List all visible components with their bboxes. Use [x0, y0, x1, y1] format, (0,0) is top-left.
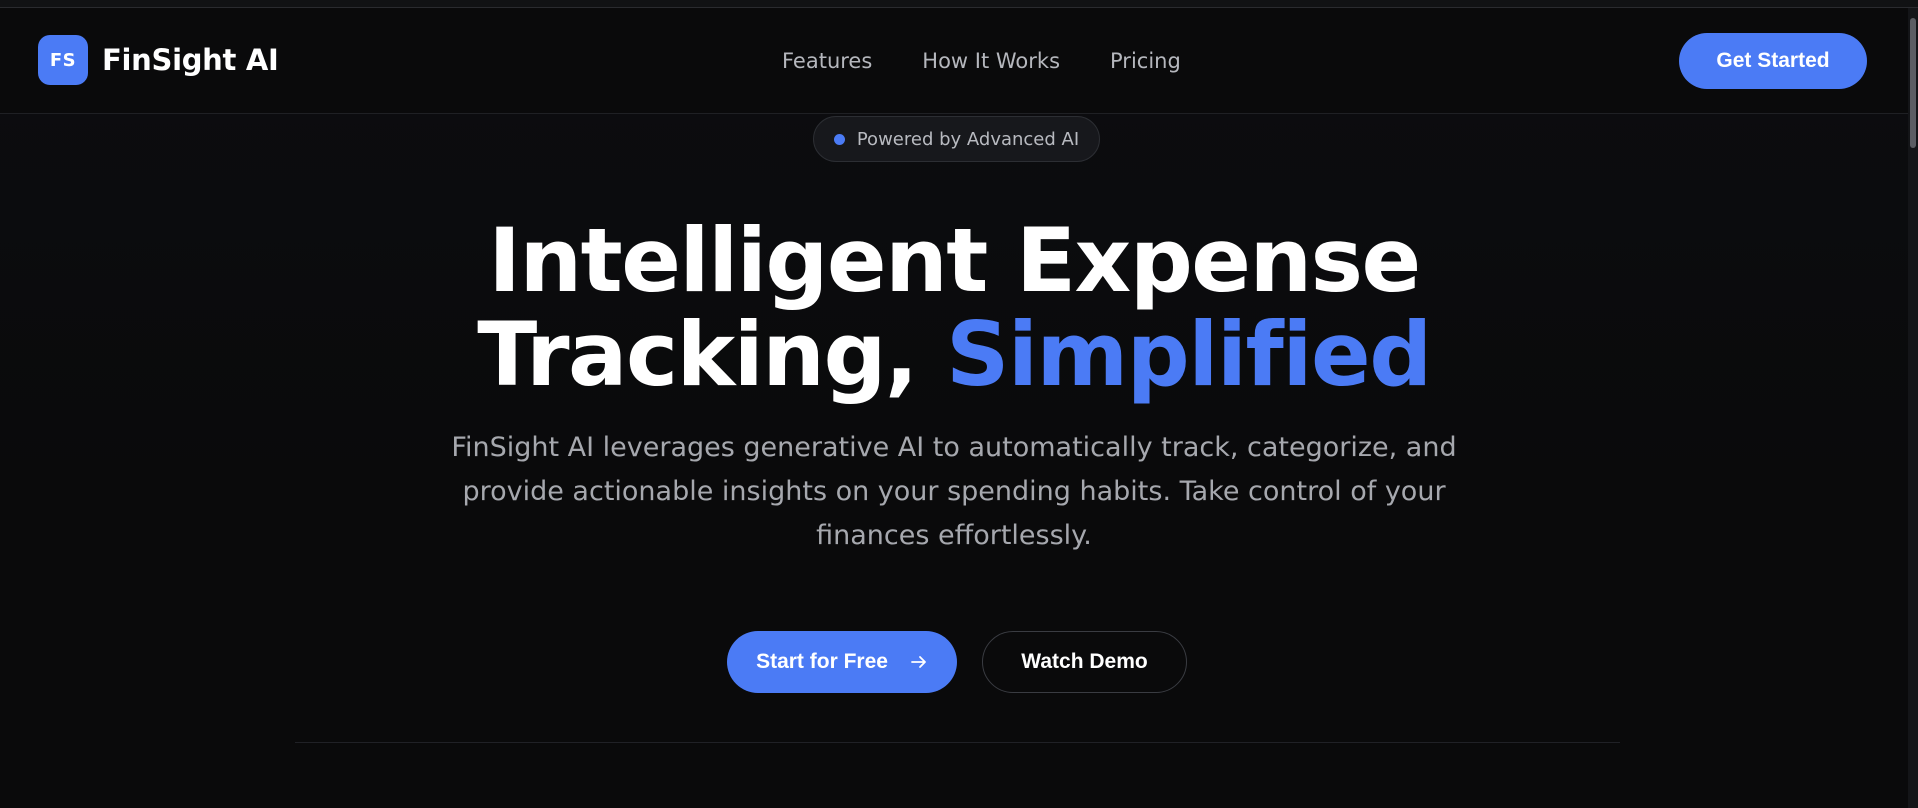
powered-by-badge: Powered by Advanced AI [813, 116, 1100, 162]
scrollbar-thumb[interactable] [1910, 18, 1916, 148]
main-nav: Features How It Works Pricing [782, 49, 1181, 73]
hero-title-line1: Intelligent Expense [488, 209, 1421, 312]
hero-title-accent: Simplified [946, 303, 1432, 406]
hero-title: Intelligent Expense Tracking, Simplified [0, 214, 1908, 402]
section-divider [295, 742, 1620, 743]
nav-pricing[interactable]: Pricing [1110, 49, 1181, 73]
nav-features[interactable]: Features [782, 49, 872, 73]
site-header: FS FinSight AI Features How It Works Pri… [0, 8, 1908, 114]
badge-label: Powered by Advanced AI [856, 128, 1080, 150]
watch-demo-button[interactable]: Watch Demo [982, 631, 1187, 693]
browser-top-edge [0, 0, 1918, 8]
nav-how-it-works[interactable]: How It Works [922, 49, 1060, 73]
get-started-button[interactable]: Get Started [1679, 33, 1867, 89]
hero-subtitle: FinSight AI leverages generative AI to a… [451, 432, 1457, 551]
start-for-free-button[interactable]: Start for Free [727, 631, 957, 693]
brand-name: FinSight AI [102, 43, 279, 77]
status-dot-icon [833, 133, 845, 145]
landing-page: FS FinSight AI Features How It Works Pri… [0, 0, 1918, 808]
logo[interactable]: FS FinSight AI [38, 35, 279, 85]
arrow-right-icon [911, 656, 926, 668]
page-scrollbar[interactable] [1908, 8, 1918, 808]
logo-mark: FS [38, 35, 88, 85]
start-for-free-label: Start for Free [756, 650, 888, 673]
hero-title-line2-plain: Tracking, [477, 303, 918, 406]
